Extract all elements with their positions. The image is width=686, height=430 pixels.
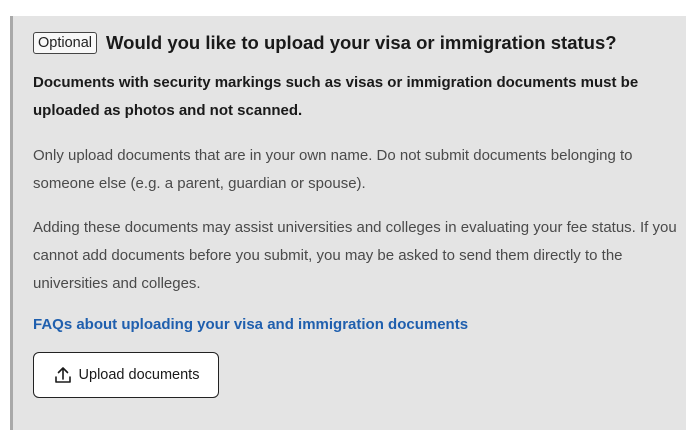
upload-button-label: Upload documents bbox=[78, 367, 200, 383]
upload-icon bbox=[53, 365, 73, 385]
section-title: Would you like to upload your visa or im… bbox=[106, 32, 617, 53]
upload-documents-button[interactable]: Upload documents bbox=[33, 352, 219, 398]
section-heading: Optional Would you like to upload your v… bbox=[33, 32, 617, 54]
own-name-paragraph: Only upload documents that are in your o… bbox=[33, 147, 633, 192]
security-markings-note: Documents with security markings such as… bbox=[33, 74, 639, 119]
faq-link[interactable]: FAQs about uploading your visa and immig… bbox=[33, 316, 468, 333]
optional-badge: Optional bbox=[33, 32, 98, 54]
visa-upload-panel: Optional Would you like to upload your v… bbox=[10, 16, 686, 430]
fee-status-paragraph: Adding these documents may assist univer… bbox=[33, 219, 677, 292]
